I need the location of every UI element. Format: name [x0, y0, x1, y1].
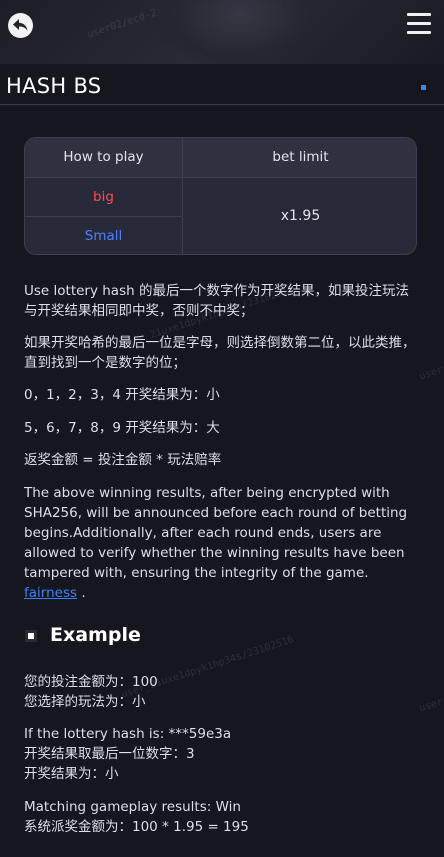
- example-payout: 系统派奖金额为：100 * 1.95 = 195: [24, 819, 249, 835]
- example-match: Matching gameplay results: Win: [24, 799, 241, 815]
- example-result: 开奖结果为：小: [24, 766, 119, 782]
- fairness-end: .: [77, 585, 86, 601]
- example-chosen-play: 您选择的玩法为：小: [24, 694, 146, 710]
- rule-paragraph-2: 如果开奖哈希的最后一位是字母，则选择倒数第二位，以此类推，直到找到一个是数字的位…: [24, 335, 416, 371]
- rule-paragraph-1: Use lottery hash 的最后一个数字作为开奖结果，如果投注玩法与开奖…: [24, 283, 409, 319]
- rule-payout-formula: 返奖金额 = 投注金额 * 玩法赔率: [24, 452, 222, 468]
- header-bet-limit: bet limit: [183, 138, 416, 177]
- header-how-to-play: How to play: [25, 138, 183, 177]
- fairness-link[interactable]: fairness: [24, 585, 77, 601]
- watermark: user: [418, 696, 444, 715]
- rules-table: How to play bet limit big Small x1.95: [24, 137, 417, 255]
- rule-fairness-paragraph: The above winning results, after being e…: [24, 483, 416, 603]
- example-heading: Example: [50, 624, 141, 646]
- back-arrow-icon: [13, 19, 28, 31]
- example-bet-amount: 您的投注金额为：100: [24, 674, 158, 690]
- hamburger-menu-icon[interactable]: [407, 13, 431, 35]
- title-divider: [0, 104, 444, 105]
- rule-big-digits: 5，6，7，8，9 开奖结果为：大: [24, 420, 220, 436]
- back-button[interactable]: [8, 13, 33, 38]
- play-option-small: Small: [25, 217, 183, 254]
- play-option-big: big: [25, 178, 183, 216]
- top-bar: [0, 0, 444, 64]
- example-last-digit: 开奖结果取最后一位数字：3: [24, 746, 195, 762]
- watermark: user: [418, 364, 444, 383]
- example-bullet-icon: [25, 630, 37, 642]
- page-title: HASH BS: [6, 74, 102, 98]
- rule-small-digits: 0，1，2，3，4 开奖结果为：小: [24, 387, 220, 403]
- odds-value: x1.95: [280, 208, 321, 224]
- fairness-text: The above winning results, after being e…: [24, 485, 408, 581]
- title-indicator-icon: [419, 83, 428, 92]
- example-hash: If the lottery hash is: ***59e3a: [24, 726, 232, 742]
- header-background-art: [150, 0, 330, 64]
